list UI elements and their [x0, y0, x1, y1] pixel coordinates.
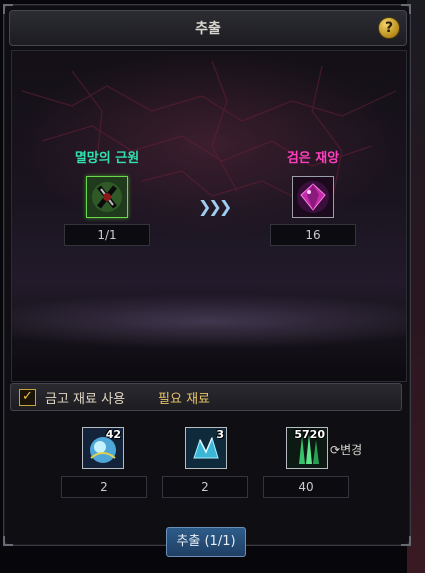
triple-chevron-right-icon: ❯❯❯ [198, 197, 232, 216]
refresh-icon: ⟳ [330, 443, 341, 457]
target-item-name: 검은 재앙 [286, 151, 340, 166]
window-title: 추출 [195, 21, 221, 37]
dark-axe-icon [87, 177, 127, 217]
material-slot-1[interactable]: 42 [82, 427, 124, 469]
material-slot-2[interactable]: 3 [185, 427, 227, 469]
material-count-1: 2 [61, 476, 147, 498]
extract-button[interactable]: 추출 (1/1) [166, 527, 246, 557]
material-count-2: 2 [162, 476, 248, 498]
material-count-3: 40 [263, 476, 349, 498]
source-item: 멸망의 근원 1/1 [52, 147, 162, 246]
target-item-count: 16 [270, 224, 356, 246]
material-slot-3[interactable]: 5720 [286, 427, 328, 469]
title-bar: 추출 ? [9, 10, 407, 46]
change-button[interactable]: ⟳변경 [330, 441, 362, 458]
material-stack-count: 5720 [294, 428, 325, 441]
required-materials-label: 필요 재료 [158, 391, 211, 407]
frame-corner [401, 536, 411, 546]
vault-materials-checkbox[interactable]: ✓ [19, 388, 36, 406]
help-icon[interactable]: ? [378, 17, 400, 39]
change-label: 변경 [340, 443, 363, 457]
target-item-slot[interactable] [292, 176, 334, 218]
source-item-count: 1/1 [64, 224, 150, 246]
frame-corner [3, 536, 13, 546]
purple-gem-icon [293, 177, 333, 217]
extract-scene: 멸망의 근원 1/1 ❯❯❯ 검은 재앙 16 [11, 50, 407, 382]
source-item-slot[interactable] [86, 176, 128, 218]
target-item: 검은 재앙 16 [258, 147, 368, 246]
vault-materials-label: 금고 재료 사용 [45, 391, 126, 407]
material-stack-count: 42 [105, 428, 121, 441]
materials-bar: ✓ 금고 재료 사용 필요 재료 [10, 383, 402, 411]
material-stack-count: 3 [216, 428, 224, 441]
source-item-name: 멸망의 근원 [74, 151, 140, 166]
